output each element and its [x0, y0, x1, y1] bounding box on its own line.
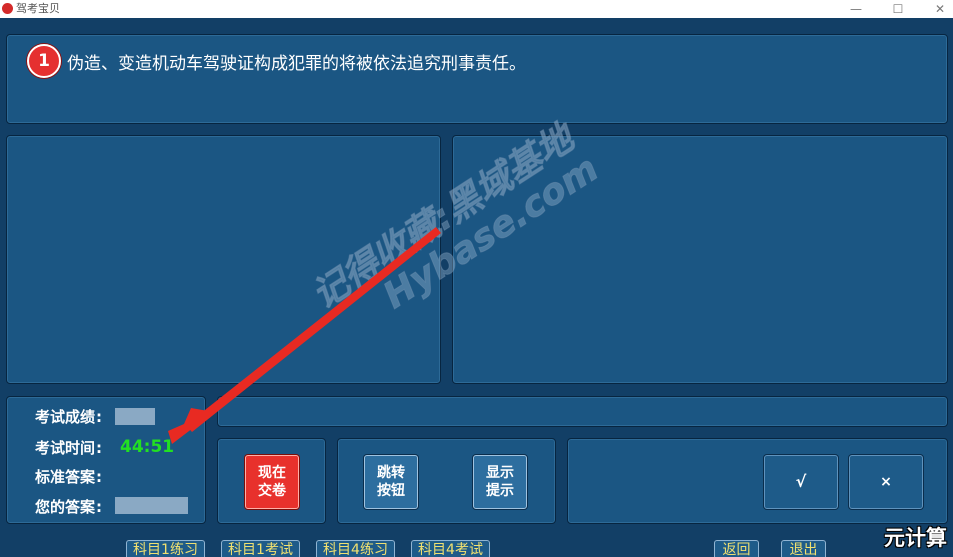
- submit-group: 现在 交卷: [217, 438, 326, 524]
- time-label: 考试时间: [35, 439, 96, 457]
- tab-subject4-practice[interactable]: 科目4练习: [316, 540, 395, 557]
- message-bar: [217, 396, 948, 427]
- standard-answer-row: 标准答案:: [35, 466, 102, 487]
- show-hint-button[interactable]: 显示 提示: [473, 455, 527, 509]
- score-row: 考试成绩:: [35, 406, 102, 427]
- hint-label-line2: 提示: [486, 483, 514, 499]
- jump-label-line2: 按钮: [377, 483, 405, 499]
- app-logo-icon: [2, 3, 13, 14]
- jump-button[interactable]: 跳转 按钮: [364, 455, 418, 509]
- exit-button[interactable]: 退出: [781, 540, 826, 557]
- your-answer-value-box: [115, 497, 188, 514]
- minimize-button[interactable]: —: [836, 0, 876, 18]
- exam-timer: 44:51: [120, 437, 175, 457]
- your-answer-colon: :: [96, 498, 103, 516]
- answer-correct-button[interactable]: √: [764, 455, 838, 509]
- tab-subject1-exam[interactable]: 科目1考试: [221, 540, 300, 557]
- answer-wrong-button[interactable]: ×: [849, 455, 923, 509]
- hint-label-line1: 显示: [486, 465, 514, 481]
- submit-label-line1: 现在: [258, 465, 286, 481]
- window-titlebar: 驾考宝贝 — ☐ ✕: [0, 0, 953, 18]
- score-value-box: [115, 408, 155, 425]
- corner-brand-logo: 元计算: [884, 526, 947, 550]
- question-panel: 1 伪造、变造机动车驾驶证构成犯罪的将被依法追究刑事责任。: [6, 34, 948, 124]
- time-row: 考试时间:: [35, 437, 102, 458]
- tab-subject4-exam[interactable]: 科目4考试: [411, 540, 490, 557]
- close-window-button[interactable]: ✕: [920, 0, 953, 18]
- submit-label-line2: 交卷: [258, 483, 286, 499]
- maximize-button[interactable]: ☐: [878, 0, 918, 18]
- your-answer-row: 您的答案:: [35, 496, 102, 517]
- answer-group: √ ×: [567, 438, 948, 524]
- navigation-group: 跳转按钮 显示提示: [337, 438, 556, 524]
- time-colon: :: [96, 439, 103, 457]
- your-answer-label: 您的答案: [35, 498, 96, 516]
- question-number-badge: 1: [27, 44, 61, 78]
- submit-exam-button[interactable]: 现在 交卷: [245, 455, 299, 509]
- question-text: 伪造、变造机动车驾驶证构成犯罪的将被依法追究刑事责任。: [67, 54, 526, 74]
- tab-subject1-practice[interactable]: 科目1练习: [126, 540, 205, 557]
- standard-answer-colon: :: [96, 468, 103, 486]
- score-label: 考试成绩: [35, 408, 96, 426]
- score-colon: :: [96, 408, 103, 426]
- back-button[interactable]: 返回: [714, 540, 759, 557]
- jump-label-line1: 跳转: [377, 465, 405, 481]
- question-image-panel: [6, 135, 441, 384]
- answer-options-panel: [452, 135, 948, 384]
- window-title: 驾考宝贝: [16, 2, 60, 15]
- exam-info-panel: 考试成绩: 考试时间: 44:51 标准答案: 您的答案:: [6, 396, 206, 524]
- standard-answer-label: 标准答案: [35, 468, 96, 486]
